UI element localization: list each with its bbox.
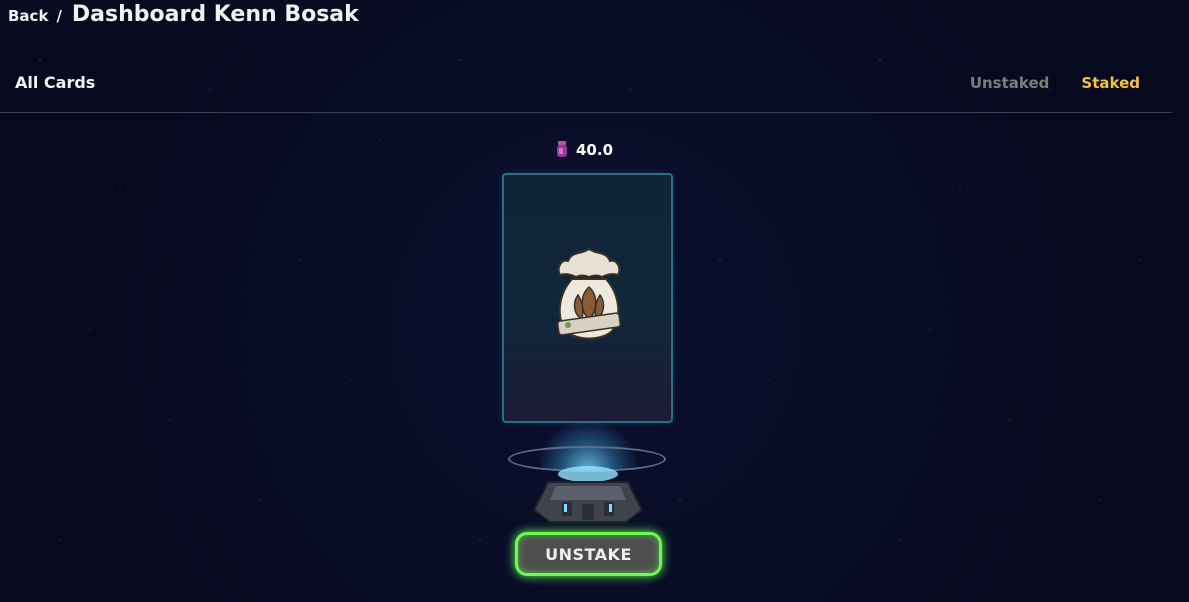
pedestal-icon [532, 466, 644, 523]
reward-value: 40.0 [576, 141, 614, 159]
breadcrumb-separator: / [56, 7, 62, 25]
card-reward: 40.0 [556, 140, 613, 160]
back-link[interactable]: Back [8, 7, 48, 25]
cards-header: All Cards Unstaked Staked [0, 60, 1172, 113]
section-title: All Cards [15, 73, 96, 92]
unstake-button[interactable]: UNSTAKE [515, 532, 662, 576]
money-bag-icon [556, 247, 622, 340]
staked-card[interactable] [502, 173, 673, 423]
token-icon [557, 141, 567, 157]
page-title: Dashboard Kenn Bosak [71, 2, 359, 27]
tab-unstaked[interactable]: Unstaked [970, 74, 1050, 92]
tab-staked[interactable]: Staked [1081, 74, 1140, 92]
dashboard-page: Back / Dashboard Kenn Bosak All Cards Un… [0, 0, 1189, 602]
breadcrumb: Back / Dashboard Kenn Bosak [8, 2, 359, 27]
filter-tabs: Unstaked Staked [970, 74, 1140, 92]
